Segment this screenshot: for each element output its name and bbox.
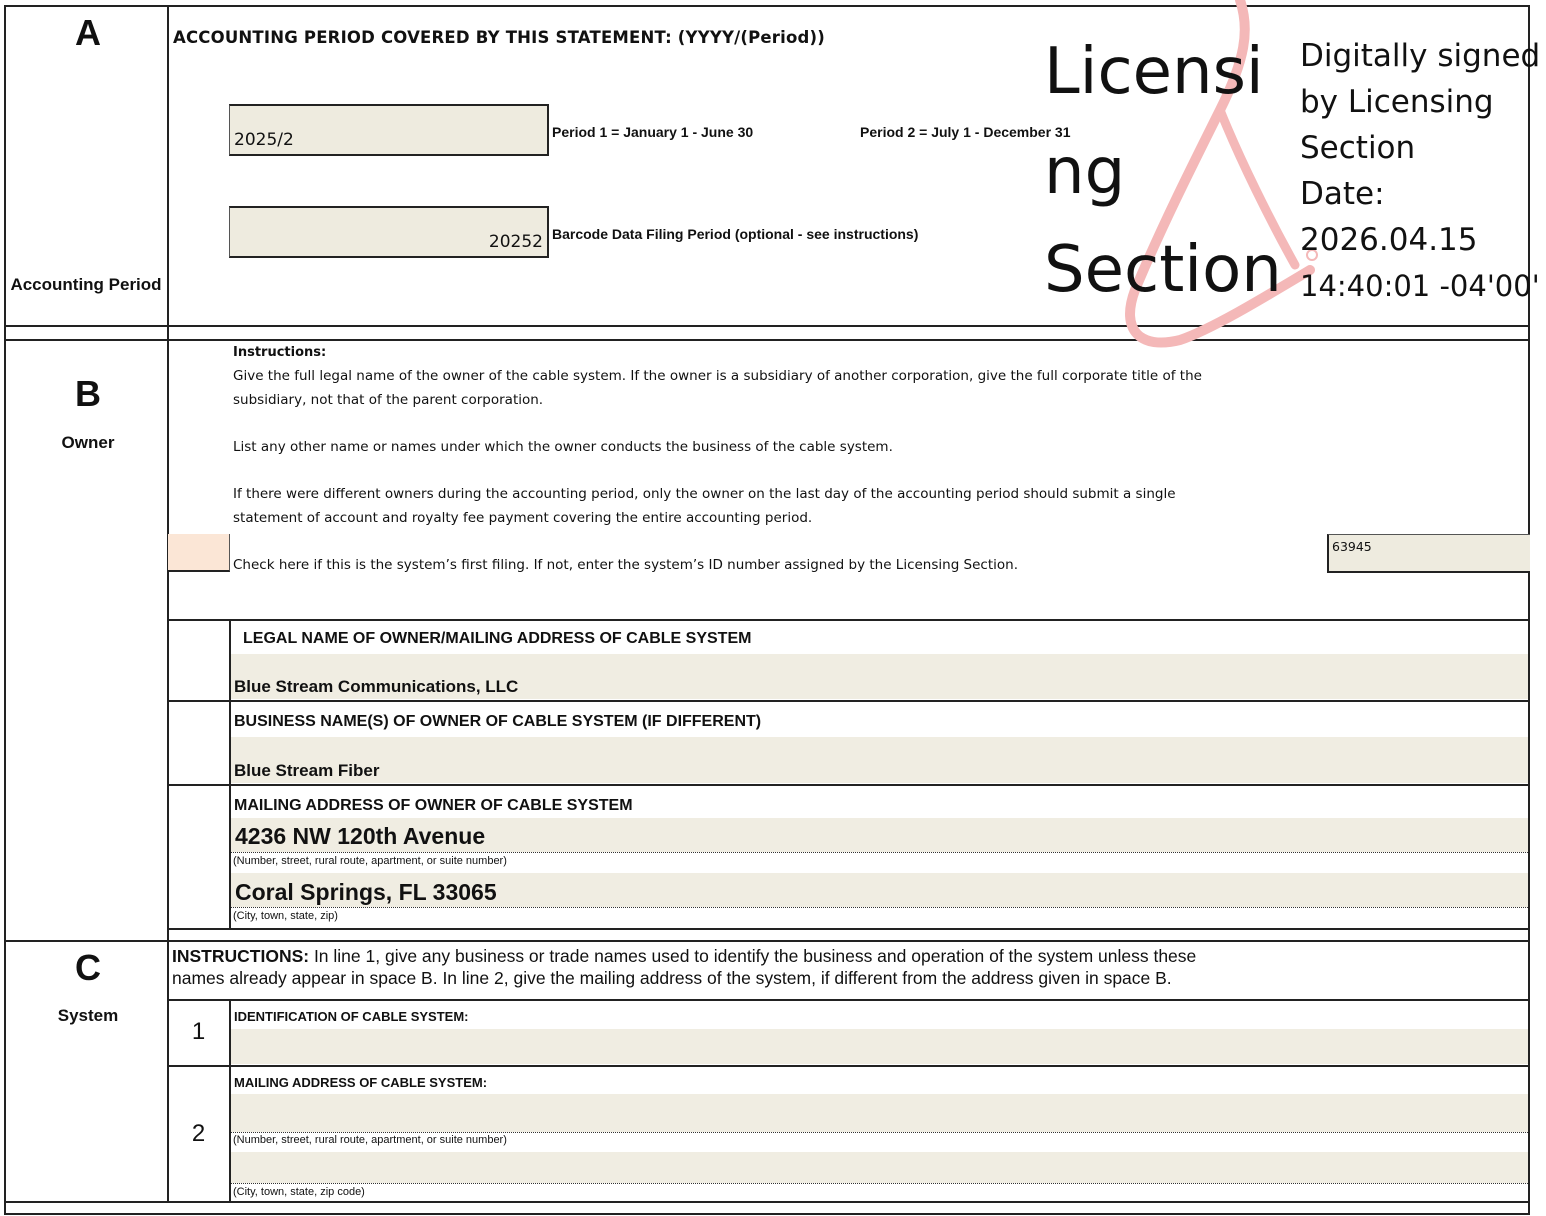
b-divider-1 <box>168 619 1530 621</box>
b-divider-3 <box>168 784 1530 786</box>
signature-detail-line-2: by Licensing <box>1300 84 1494 120</box>
section-c-label: System <box>57 1006 119 1025</box>
instruction-3-line-2: statement of account and royalty fee pay… <box>233 510 813 526</box>
instructions-title: Instructions: <box>233 345 327 360</box>
section-c-instructions-bold: INSTRUCTIONS: <box>172 946 310 966</box>
signature-detail-line-4: Date: <box>1300 176 1385 212</box>
section-a-letter: A <box>75 12 101 53</box>
system-city-underline <box>231 1183 1528 1184</box>
identification-heading: IDENTIFICATION OF CABLE SYSTEM: <box>234 1009 469 1024</box>
instruction-3-line-1: If there were different owners during th… <box>233 486 1176 502</box>
period2-note: Period 2 = July 1 - December 31 <box>860 124 1071 140</box>
signature-name-line-1: Licensi <box>1044 35 1264 109</box>
city-state-zip-value: Coral Springs, FL 33065 <box>235 879 497 905</box>
section-b-letter: B <box>75 373 101 414</box>
first-filing-text: Check here if this is the system’s first… <box>233 557 1018 573</box>
section-c-instructions-line-1: INSTRUCTIONS: In line 1, give any busine… <box>172 946 1196 967</box>
signature-detail-line-1: Digitally signed <box>1300 38 1541 74</box>
section-b-label: Owner <box>61 433 115 452</box>
identification-field[interactable] <box>231 1029 1528 1064</box>
mailing-address-heading: MAILING ADDRESS OF OWNER OF CABLE SYSTEM <box>234 797 633 814</box>
barcode-label: Barcode Data Filing Period (optional - s… <box>552 226 919 242</box>
signature-name-line-2: ng <box>1044 135 1126 209</box>
street-address-value: 4236 NW 120th Avenue <box>235 823 486 849</box>
business-name-value: Blue Stream Fiber <box>234 761 380 780</box>
city-underline <box>231 907 1528 908</box>
signature-detail-line-5: 2026.04.15 <box>1300 222 1478 258</box>
section-c-top <box>4 940 1530 942</box>
line-2-number: 2 <box>191 1120 206 1147</box>
legal-name-value: Blue Stream Communications, LLC <box>234 677 519 696</box>
section-c-bottom <box>4 1201 1530 1203</box>
b-divider-2 <box>168 700 1530 702</box>
system-mailing-heading: MAILING ADDRESS OF CABLE SYSTEM: <box>234 1075 488 1090</box>
business-name-heading: BUSINESS NAME(S) OF OWNER OF CABLE SYSTE… <box>234 713 762 730</box>
instruction-1-line-2: subsidiary, not that of the parent corpo… <box>233 392 544 408</box>
c-divider-2 <box>168 1065 1530 1067</box>
signature-detail-line-6: 14:40:01 -04'00' <box>1300 269 1540 303</box>
street-caption: (Number, street, rural route, apartment,… <box>233 855 507 867</box>
c-divider-1 <box>168 999 1530 1001</box>
street-underline <box>231 852 1528 853</box>
legal-name-heading: LEGAL NAME OF OWNER/MAILING ADDRESS OF C… <box>243 630 752 647</box>
accounting-period-heading: ACCOUNTING PERIOD COVERED BY THIS STATEM… <box>173 28 826 47</box>
business-name-field[interactable]: Blue Stream Fiber <box>231 737 1528 783</box>
line-1-number: 1 <box>191 1018 206 1045</box>
period-value: 2025/2 <box>234 130 294 150</box>
section-b-bottom <box>168 928 1530 930</box>
barcode-value: 20252 <box>488 232 543 252</box>
system-city-caption: (City, town, state, zip code) <box>233 1186 365 1198</box>
system-id-input[interactable]: 63945 <box>1327 534 1530 573</box>
section-c-instructions-line-2: names already appear in space B. In line… <box>172 968 1172 988</box>
frame-right <box>1528 5 1530 1215</box>
system-street-underline <box>231 1132 1528 1133</box>
legal-name-field[interactable]: Blue Stream Communications, LLC <box>231 654 1528 699</box>
system-city-field[interactable] <box>231 1152 1528 1183</box>
signature-name-line-3: Section <box>1044 233 1282 307</box>
city-caption: (City, town, state, zip) <box>233 910 338 922</box>
system-street-caption: (Number, street, rural route, apartment,… <box>233 1134 507 1146</box>
instruction-2: List any other name or names under which… <box>233 439 893 455</box>
barcode-period-input[interactable]: 20252 <box>229 206 549 258</box>
section-c-instructions-text: In line 1, give any business or trade na… <box>309 946 1197 966</box>
frame-left <box>4 5 6 1215</box>
section-c-letter: C <box>75 947 101 988</box>
city-state-zip-field[interactable]: Coral Springs, FL 33065 <box>231 873 1528 907</box>
instruction-1-line-1: Give the full legal name of the owner of… <box>233 368 1202 384</box>
system-id-value: 63945 <box>1332 539 1372 554</box>
signature-detail-line-3: Section <box>1300 130 1416 166</box>
section-a-label: Accounting Period <box>10 275 162 294</box>
period-input[interactable]: 2025/2 <box>229 104 549 156</box>
system-street-field[interactable] <box>231 1094 1528 1132</box>
period1-note: Period 1 = January 1 - June 30 <box>552 124 754 140</box>
first-filing-checkbox[interactable] <box>168 534 230 572</box>
street-address-field[interactable]: 4236 NW 120th Avenue <box>231 818 1528 852</box>
page-bottom <box>4 1213 1530 1215</box>
